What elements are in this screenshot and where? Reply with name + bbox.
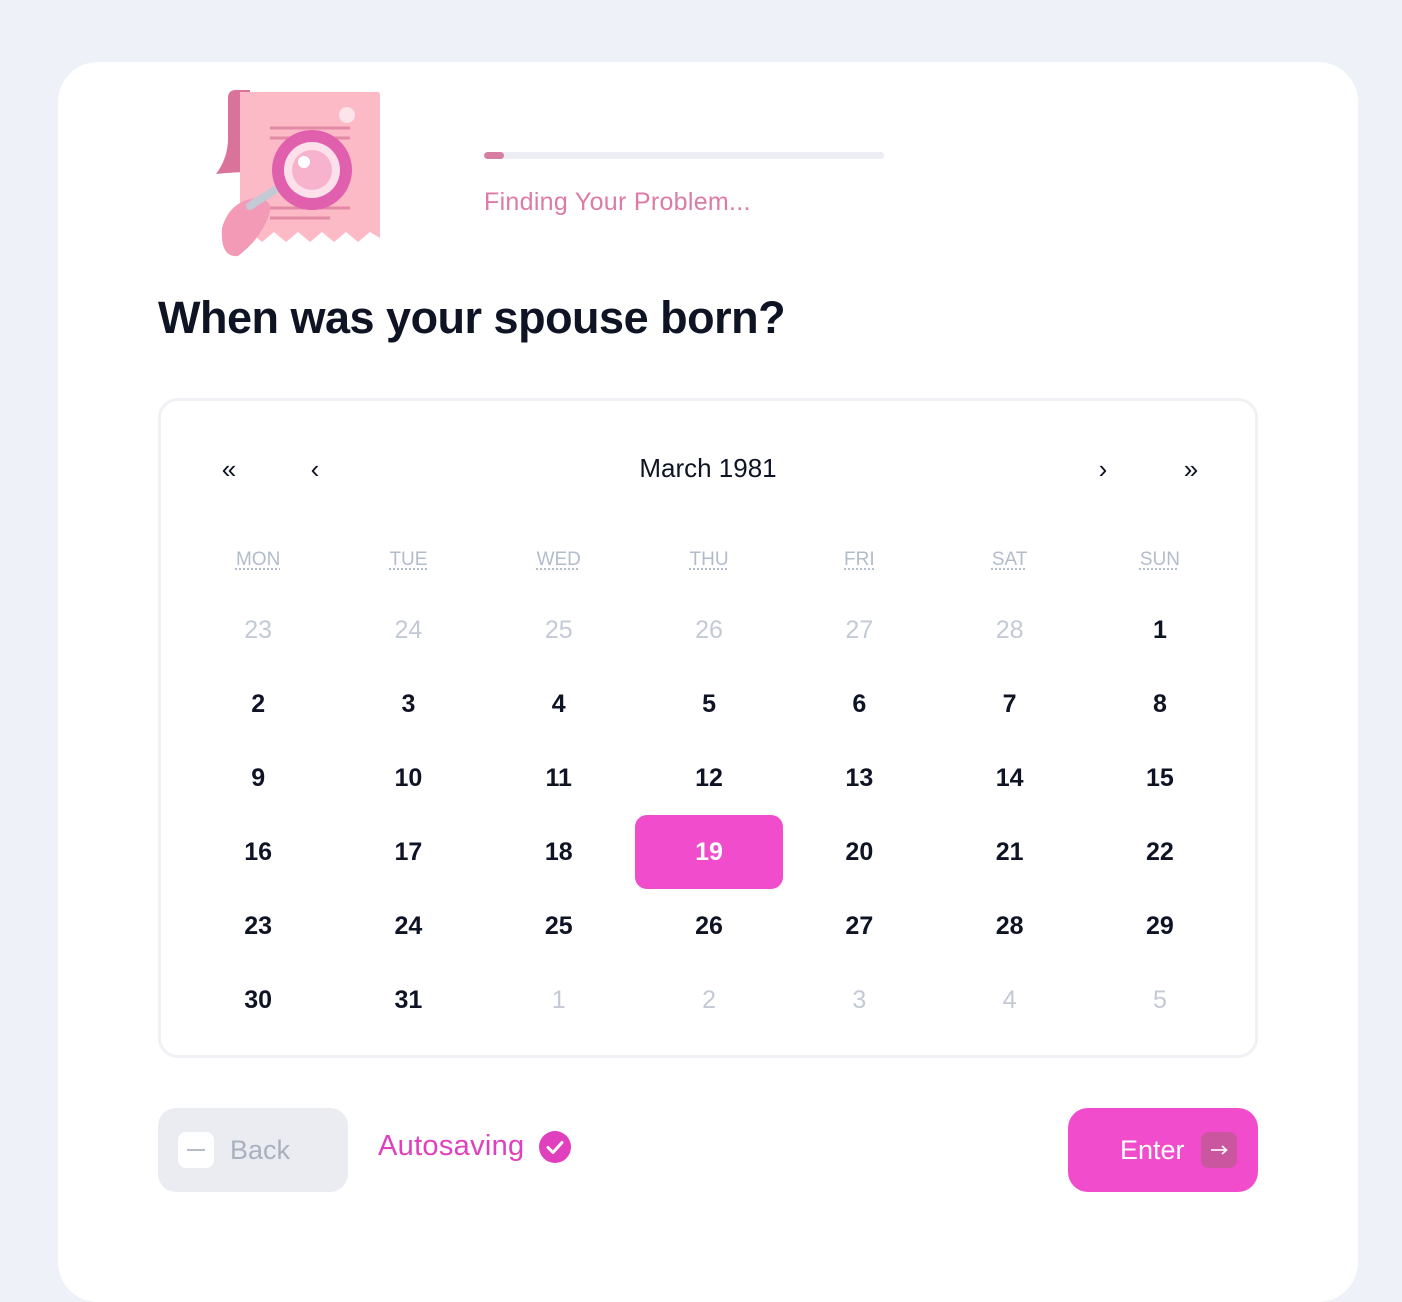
calendar-day-selected[interactable]: 19 [635,815,783,889]
calendar-day-outside-month[interactable]: 26 [634,593,784,667]
calendar-day-outside-month[interactable]: 27 [784,593,934,667]
progress-fill [484,152,504,159]
calendar-day[interactable]: 12 [634,741,784,815]
progress-status-text: Finding Your Problem... [484,188,751,217]
autosave-status: Autosaving [378,1130,571,1163]
weekday-label: SAT [934,549,1084,571]
weekday-header-row: MON TUE WED THU FRI SAT SUN [183,549,1235,571]
calendar-day[interactable]: 18 [484,815,634,889]
weekday-label: MON [183,549,333,571]
weekday-abbr: SAT [992,549,1028,570]
arrow-right-keycap-icon [1201,1132,1237,1168]
calendar-day[interactable]: 2 [183,667,333,741]
calendar-day[interactable]: 29 [1085,889,1235,963]
weekday-abbr: WED [537,549,581,570]
calendar-day[interactable]: 23 [183,889,333,963]
calendar-day[interactable]: 27 [784,889,934,963]
calendar-day[interactable]: 7 [934,667,1084,741]
autosave-label: Autosaving [378,1130,525,1163]
calendar-day[interactable]: 11 [484,741,634,815]
progress-bar [484,152,884,159]
weekday-label: WED [484,549,634,571]
question-title: When was your spouse born? [158,292,785,344]
calendar-day[interactable]: 8 [1085,667,1235,741]
back-button-label: Back [230,1135,290,1166]
weekday-abbr: THU [690,549,729,570]
calendar-day[interactable]: 21 [934,815,1084,889]
calendar-day[interactable]: 24 [333,889,483,963]
calendar-day[interactable]: 20 [784,815,934,889]
weekday-abbr: SUN [1140,549,1180,570]
calendar-day[interactable]: 17 [333,815,483,889]
calendar-day[interactable]: 22 [1085,815,1235,889]
calendar-day-outside-month[interactable]: 24 [333,593,483,667]
calendar-day[interactable]: 25 [484,889,634,963]
calendar-day[interactable]: 1 [1085,593,1235,667]
calendar-day-outside-month[interactable]: 1 [484,963,634,1037]
receipt-magnifier-illustration [210,88,390,260]
date-picker-calendar: « ‹ March 1981 › » MON TUE WED THU FRI SAT SUN… [158,398,1258,1058]
calendar-day-outside-month[interactable]: 28 [934,593,1084,667]
weekday-abbr: FRI [844,549,875,570]
calendar-day[interactable]: 14 [934,741,1084,815]
calendar-day[interactable]: 13 [784,741,934,815]
check-circle-icon [539,1131,571,1163]
next-month-button[interactable]: › [1083,449,1123,489]
weekday-label: THU [634,549,784,571]
weekday-label: SUN [1085,549,1235,571]
enter-button[interactable]: Enter [1068,1108,1258,1192]
calendar-day[interactable]: 16 [183,815,333,889]
calendar-day-outside-month[interactable]: 4 [934,963,1084,1037]
calendar-day[interactable]: 10 [333,741,483,815]
calendar-day[interactable]: 31 [333,963,483,1037]
day-grid: 23 24 25 26 27 28 1 2 3 4 5 6 7 8 9 10 11 12 13 14 15 16 17 18 1… [183,593,1235,1037]
calendar-day[interactable]: 4 [484,667,634,741]
calendar-day-outside-month[interactable]: 25 [484,593,634,667]
weekday-label: FRI [784,549,934,571]
back-button[interactable]: Back [158,1108,348,1192]
next-year-button[interactable]: » [1171,449,1211,489]
calendar-day[interactable]: 6 [784,667,934,741]
calendar-day[interactable]: 15 [1085,741,1235,815]
calendar-day[interactable]: 3 [333,667,483,741]
calendar-day[interactable]: 28 [934,889,1084,963]
calendar-day[interactable]: 5 [634,667,784,741]
calendar-day-outside-month[interactable]: 23 [183,593,333,667]
weekday-label: TUE [333,549,483,571]
calendar-day-outside-month[interactable]: 3 [784,963,934,1037]
calendar-day[interactable]: 9 [183,741,333,815]
back-keycap-icon [178,1132,214,1168]
calendar-day[interactable]: 30 [183,963,333,1037]
weekday-abbr: MON [236,549,280,570]
calendar-day-outside-month[interactable]: 2 [634,963,784,1037]
calendar-day-outside-month[interactable]: 5 [1085,963,1235,1037]
calendar-day[interactable]: 26 [634,889,784,963]
enter-button-label: Enter [1120,1135,1185,1166]
weekday-abbr: TUE [389,549,427,570]
